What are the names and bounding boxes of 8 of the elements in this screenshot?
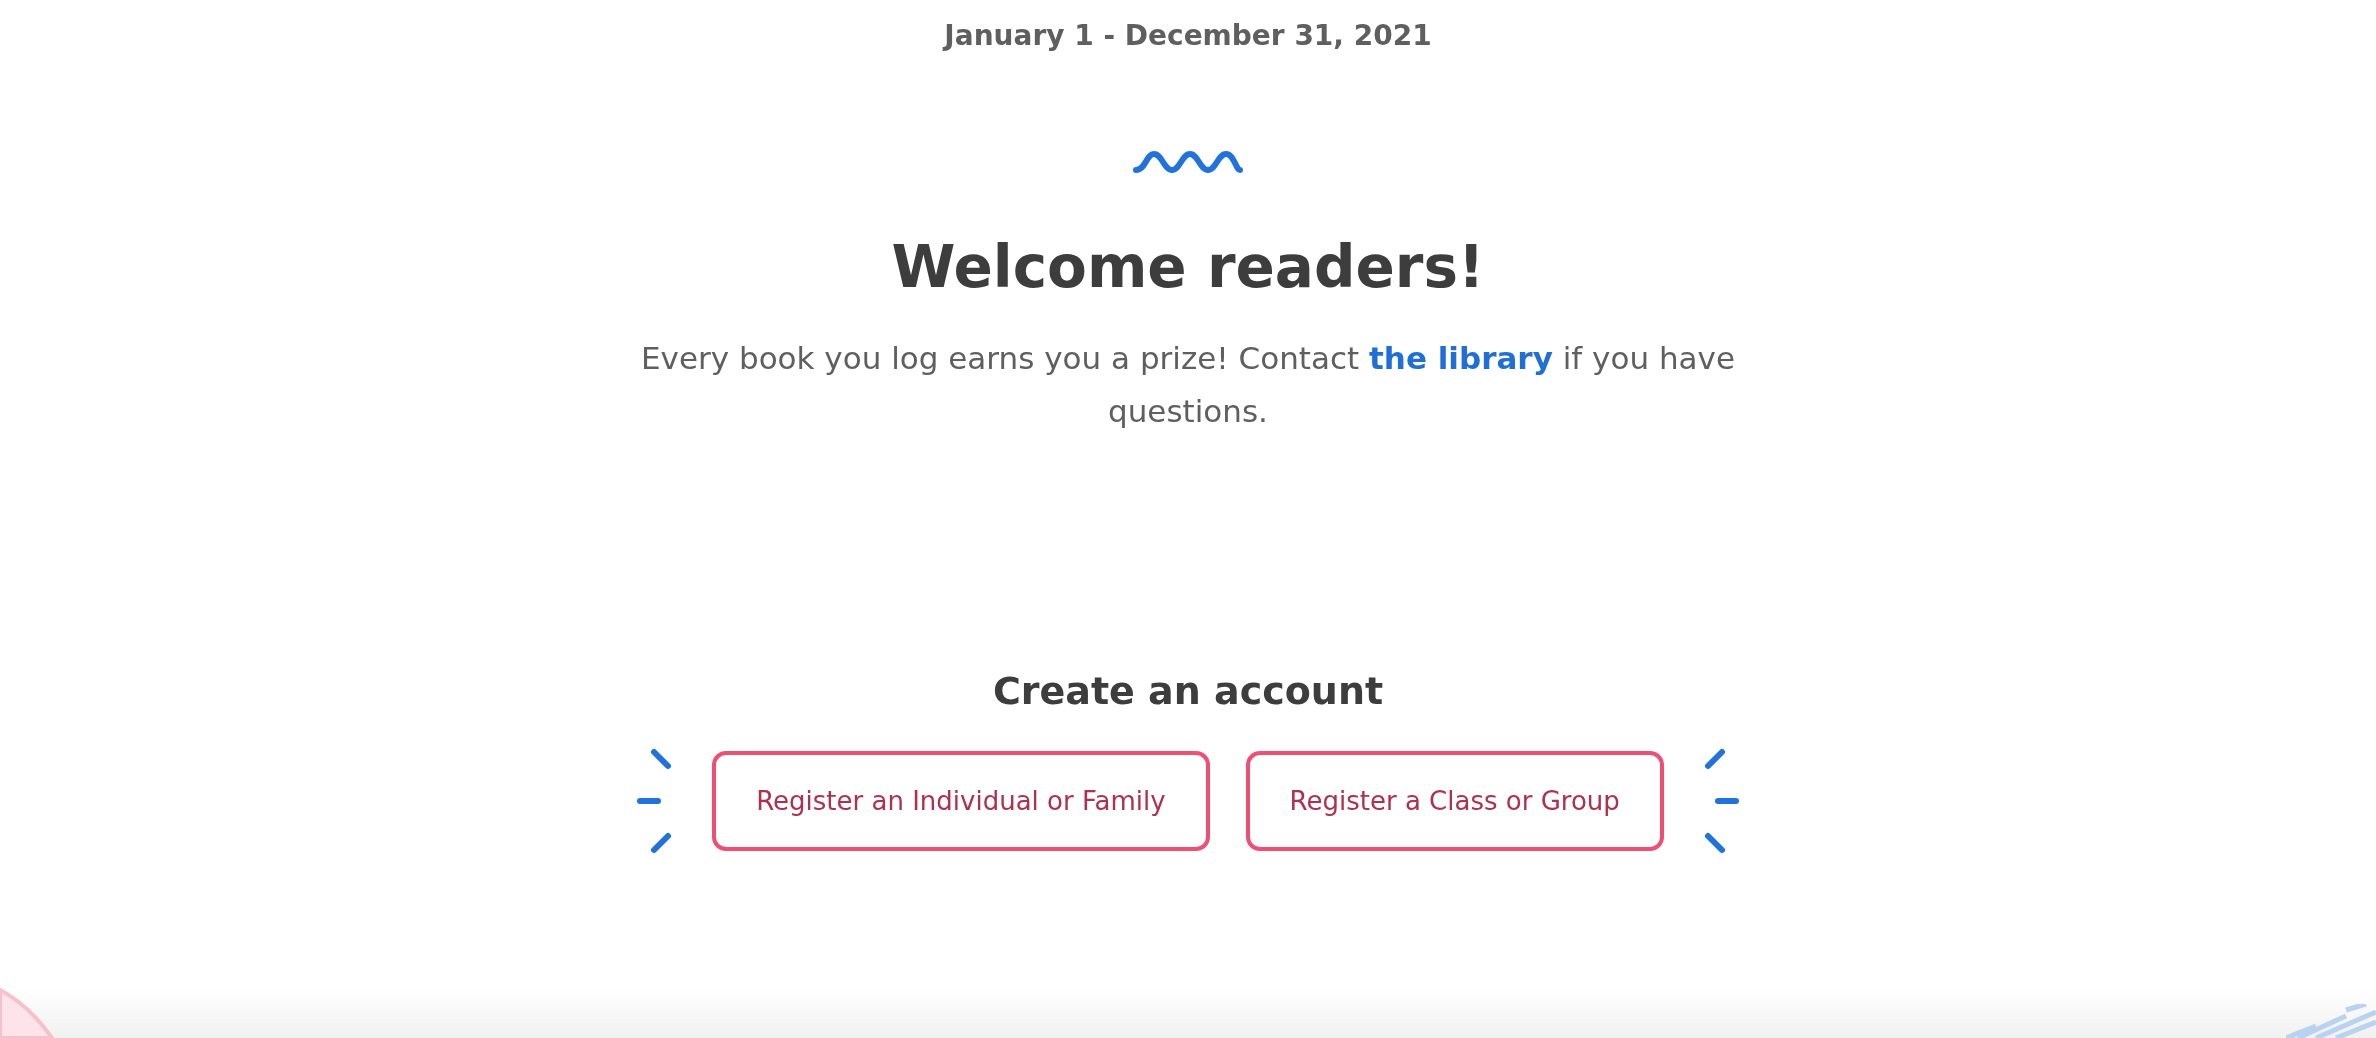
account-heading: Create an account (992, 668, 1384, 715)
register-button[interactable]: Register a Class or Group (1245, 751, 1664, 851)
intro-text: Every book you log earns you a prize! Contact the library if you have questions. (640, 339, 1736, 431)
welcome-heading: Welcome readers! (891, 232, 1485, 302)
wave-icon (1132, 150, 1244, 174)
library-link[interactable]: the library (1369, 340, 1553, 376)
register-button[interactable]: Register an Individual or Family (712, 751, 1210, 851)
date-range: January 1 - December 31, 2021 (944, 18, 1432, 54)
